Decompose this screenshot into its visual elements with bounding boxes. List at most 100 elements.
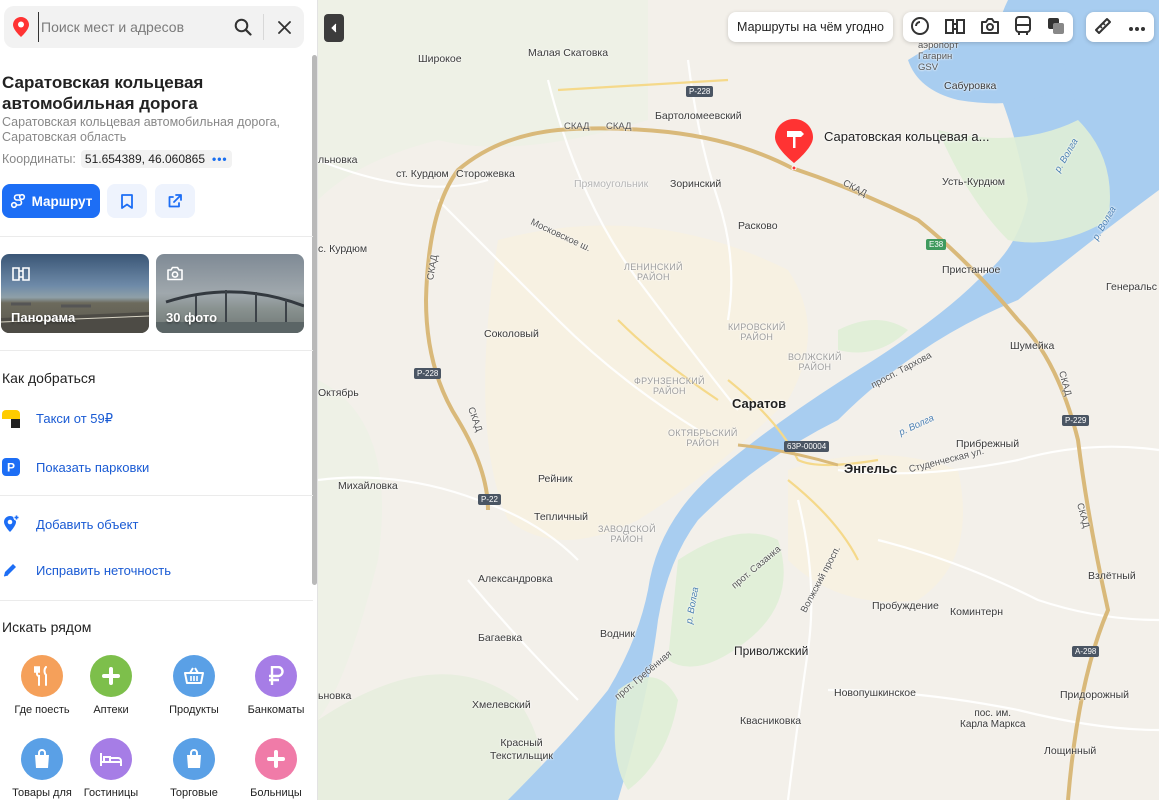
divider — [0, 495, 313, 496]
map-label: Малая Скатовка — [528, 47, 609, 59]
nearby-category[interactable]: Аптеки — [71, 655, 151, 717]
photo-layer-icon[interactable] — [980, 17, 1000, 38]
sidebar-scrollbar[interactable] — [312, 55, 317, 585]
taxi-link[interactable]: Такси от 59₽ — [2, 410, 113, 428]
bag-icon — [21, 738, 63, 780]
nearby-category-label: Торговые — [170, 787, 218, 799]
ruler-icon[interactable] — [1094, 17, 1112, 38]
bag-icon — [173, 738, 215, 780]
map-label: с. Курдюм — [318, 243, 368, 255]
location-pin-icon — [4, 17, 38, 37]
nearby-heading: Искать рядом — [2, 619, 92, 635]
traffic-layer-icon[interactable] — [910, 16, 930, 39]
map-label: Красный Текстильщик — [490, 737, 553, 762]
nearby-category[interactable]: Гостиницы — [71, 738, 151, 800]
coordinates-row: Координаты: 51.654389, 46.060865 ••• — [2, 150, 232, 168]
routes-anything-label: Маршруты на чём угодно — [737, 20, 884, 34]
panorama-label: Панорама — [11, 310, 76, 325]
nearby-category[interactable]: Банкоматы — [236, 655, 316, 717]
plus-icon — [255, 738, 297, 780]
map-label: Широкое — [418, 53, 462, 65]
map-label: Бартоломеевский — [655, 110, 742, 122]
map-label: Придорожный — [1060, 689, 1130, 701]
map-label: Октябрь — [318, 387, 359, 399]
road-shield: А-298 — [1072, 646, 1100, 657]
taxi-label: Такси от 59₽ — [36, 411, 114, 426]
map-label: Лощинный — [1044, 745, 1097, 757]
close-icon[interactable] — [264, 6, 304, 48]
sidebar-panel: Саратовская кольцевая автомобильная доро… — [0, 0, 318, 800]
panorama-card[interactable]: Панорама — [1, 254, 149, 333]
coordinates-value[interactable]: 51.654389, 46.060865 ••• — [80, 150, 232, 168]
map-label: Пристанное — [942, 264, 1001, 276]
road-shield: 63Р-00004 — [784, 441, 830, 452]
coordinates-label: Координаты: — [2, 152, 76, 166]
route-icon — [10, 193, 25, 209]
transit-layer-icon[interactable] — [1014, 15, 1032, 39]
city-label: Саратов — [732, 396, 787, 411]
map-label: Генеральс — [1106, 281, 1157, 293]
place-marker[interactable] — [774, 118, 814, 171]
chevron-left-icon — [331, 23, 337, 33]
map-label: Шумейка — [1010, 340, 1055, 352]
map-tools-toolbar — [1086, 12, 1154, 42]
road-shield: Р-229 — [1062, 415, 1090, 426]
more-icon[interactable] — [1128, 20, 1146, 35]
basket-icon — [173, 655, 215, 697]
nearby-category-label: Банкоматы — [247, 704, 305, 716]
city-label: Приволжский — [734, 644, 809, 658]
search-box — [4, 6, 304, 48]
map-label: Пробуждение — [872, 600, 939, 612]
route-button[interactable]: Маршрут — [2, 184, 100, 218]
map-label: Багаевка — [478, 632, 523, 644]
nearby-category-label: Гостиницы — [83, 787, 139, 799]
coordinates-more-button[interactable]: ••• — [212, 152, 228, 166]
taxi-icon — [2, 410, 36, 428]
search-input[interactable] — [38, 12, 223, 42]
share-icon — [168, 194, 182, 208]
map-layers-toolbar — [903, 12, 1073, 42]
page-title: Саратовская кольцевая автомобильная доро… — [2, 73, 204, 113]
parking-icon: P — [2, 458, 36, 476]
collapse-sidebar-button[interactable] — [324, 14, 344, 42]
fix-inaccuracy-link[interactable]: Исправить неточность — [2, 562, 171, 578]
place-marker-label[interactable]: Саратовская кольцевая а... — [824, 129, 989, 144]
bed-icon — [90, 738, 132, 780]
road-label: СКАД — [606, 121, 632, 132]
nearby-category-label: Больницы — [250, 787, 302, 799]
nearby-category[interactable]: Торговые — [154, 738, 234, 800]
map-label: Сторожевка — [456, 168, 515, 180]
map-type-icon[interactable] — [1046, 16, 1066, 39]
photos-card[interactable]: 30 фото — [156, 254, 304, 333]
plus-icon — [90, 655, 132, 697]
nearby-category[interactable]: Где поесть — [2, 655, 82, 717]
divider — [0, 236, 313, 237]
routes-anything-button[interactable]: Маршруты на чём угодно — [728, 12, 893, 42]
nearby-category-label: Товары для — [12, 787, 72, 799]
road-label: СКАД — [564, 121, 590, 132]
share-button[interactable] — [155, 184, 195, 218]
map-label: Сабуровка — [944, 80, 997, 92]
map-view[interactable]: Малая Скатовка Широкое аэропорт Гагарин … — [318, 0, 1159, 800]
add-object-label: Добавить объект — [36, 516, 139, 532]
nearby-category-label: Аптеки — [93, 704, 129, 716]
svg-text:P: P — [7, 461, 15, 475]
bookmark-icon — [121, 193, 133, 209]
add-object-link[interactable]: Добавить объект — [2, 514, 138, 534]
panorama-layer-icon[interactable] — [944, 16, 966, 39]
parking-link[interactable]: P Показать парковки — [2, 458, 149, 476]
search-icon[interactable] — [223, 6, 263, 48]
map-label: пос. им. Карла Маркса — [960, 708, 1026, 730]
nearby-category[interactable]: Больницы — [236, 738, 316, 800]
panorama-icon — [11, 266, 31, 285]
directions-heading: Как добраться — [2, 370, 96, 386]
map-label: Зоринский — [670, 178, 722, 190]
map-label: Хмелевский — [472, 699, 531, 711]
bookmark-button[interactable] — [107, 184, 147, 218]
nearby-category[interactable]: Товары для — [2, 738, 82, 800]
nearby-category[interactable]: Продукты — [154, 655, 234, 717]
map-label: Взлётный — [1088, 570, 1136, 582]
fork-icon — [21, 655, 63, 697]
map-label: Александровка — [478, 573, 553, 585]
place-address: Саратовская кольцевая автомобильная доро… — [2, 115, 281, 144]
